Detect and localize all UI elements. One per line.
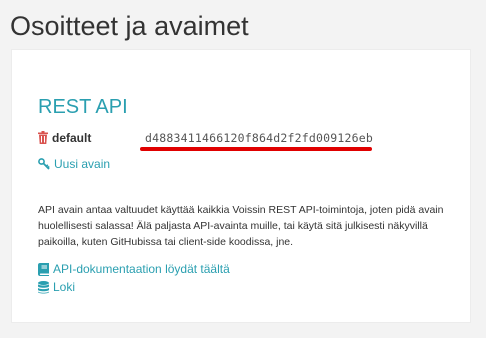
log-label: Loki [53, 280, 76, 294]
rest-api-title: REST API [38, 96, 128, 118]
api-key-name: default [52, 131, 92, 145]
api-key-value[interactable]: d4883411466120f864d2f2fd009126eb [145, 130, 373, 146]
api-key-row: default d4883411466120f864d2f2fd009126eb [38, 130, 458, 151]
api-docs-label: API-dokumentaation löydät täältä [53, 262, 230, 276]
new-key-label: Uusi avain [54, 157, 111, 171]
red-underline-annotation [140, 147, 372, 151]
api-keys-page: Osoitteet ja avaimet REST API default d4… [0, 0, 486, 338]
api-key-description: API avain antaa valtuudet käyttää kaikki… [38, 204, 444, 248]
database-icon [38, 281, 49, 294]
page-title: Osoitteet ja avaimet [10, 11, 249, 41]
trash-icon[interactable] [38, 131, 48, 144]
rest-api-panel: REST API default d4883411466120f864d2f2f… [11, 49, 471, 323]
key-icon [38, 158, 50, 170]
book-icon [38, 263, 49, 276]
